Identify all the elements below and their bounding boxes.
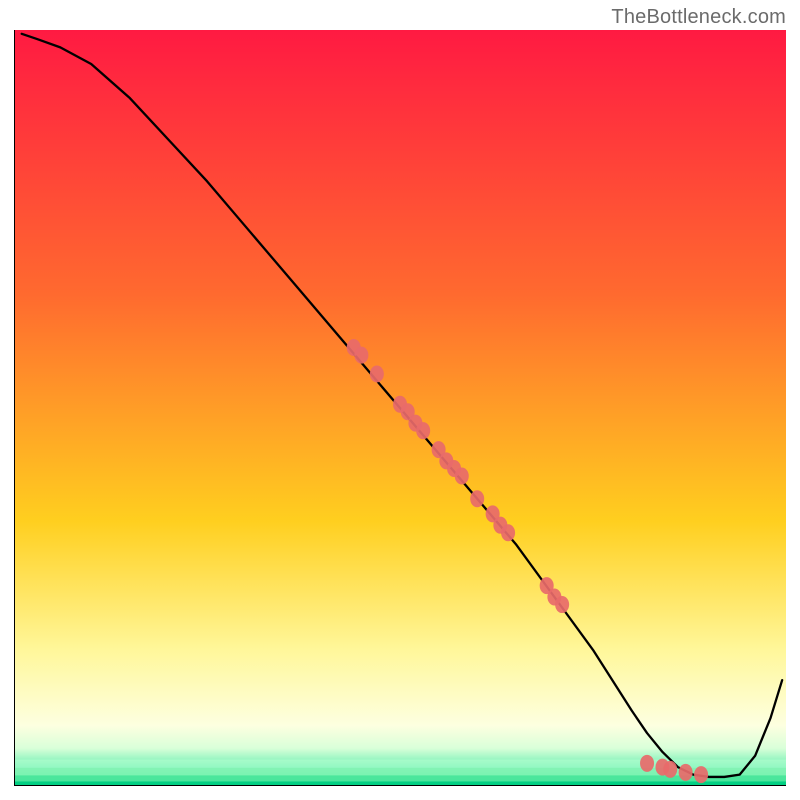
data-point xyxy=(370,365,384,382)
plot-area xyxy=(14,30,786,786)
data-point xyxy=(416,422,430,439)
data-point xyxy=(694,766,708,783)
data-point xyxy=(455,468,469,485)
data-point xyxy=(679,764,693,781)
data-point xyxy=(354,347,368,364)
chart-container: TheBottleneck.com xyxy=(0,0,800,800)
data-point xyxy=(470,490,484,507)
watermark-text: TheBottleneck.com xyxy=(611,6,786,29)
data-point xyxy=(501,524,515,541)
data-point xyxy=(663,761,677,778)
data-point xyxy=(640,755,654,772)
plot-svg xyxy=(14,30,786,786)
data-point xyxy=(555,596,569,613)
